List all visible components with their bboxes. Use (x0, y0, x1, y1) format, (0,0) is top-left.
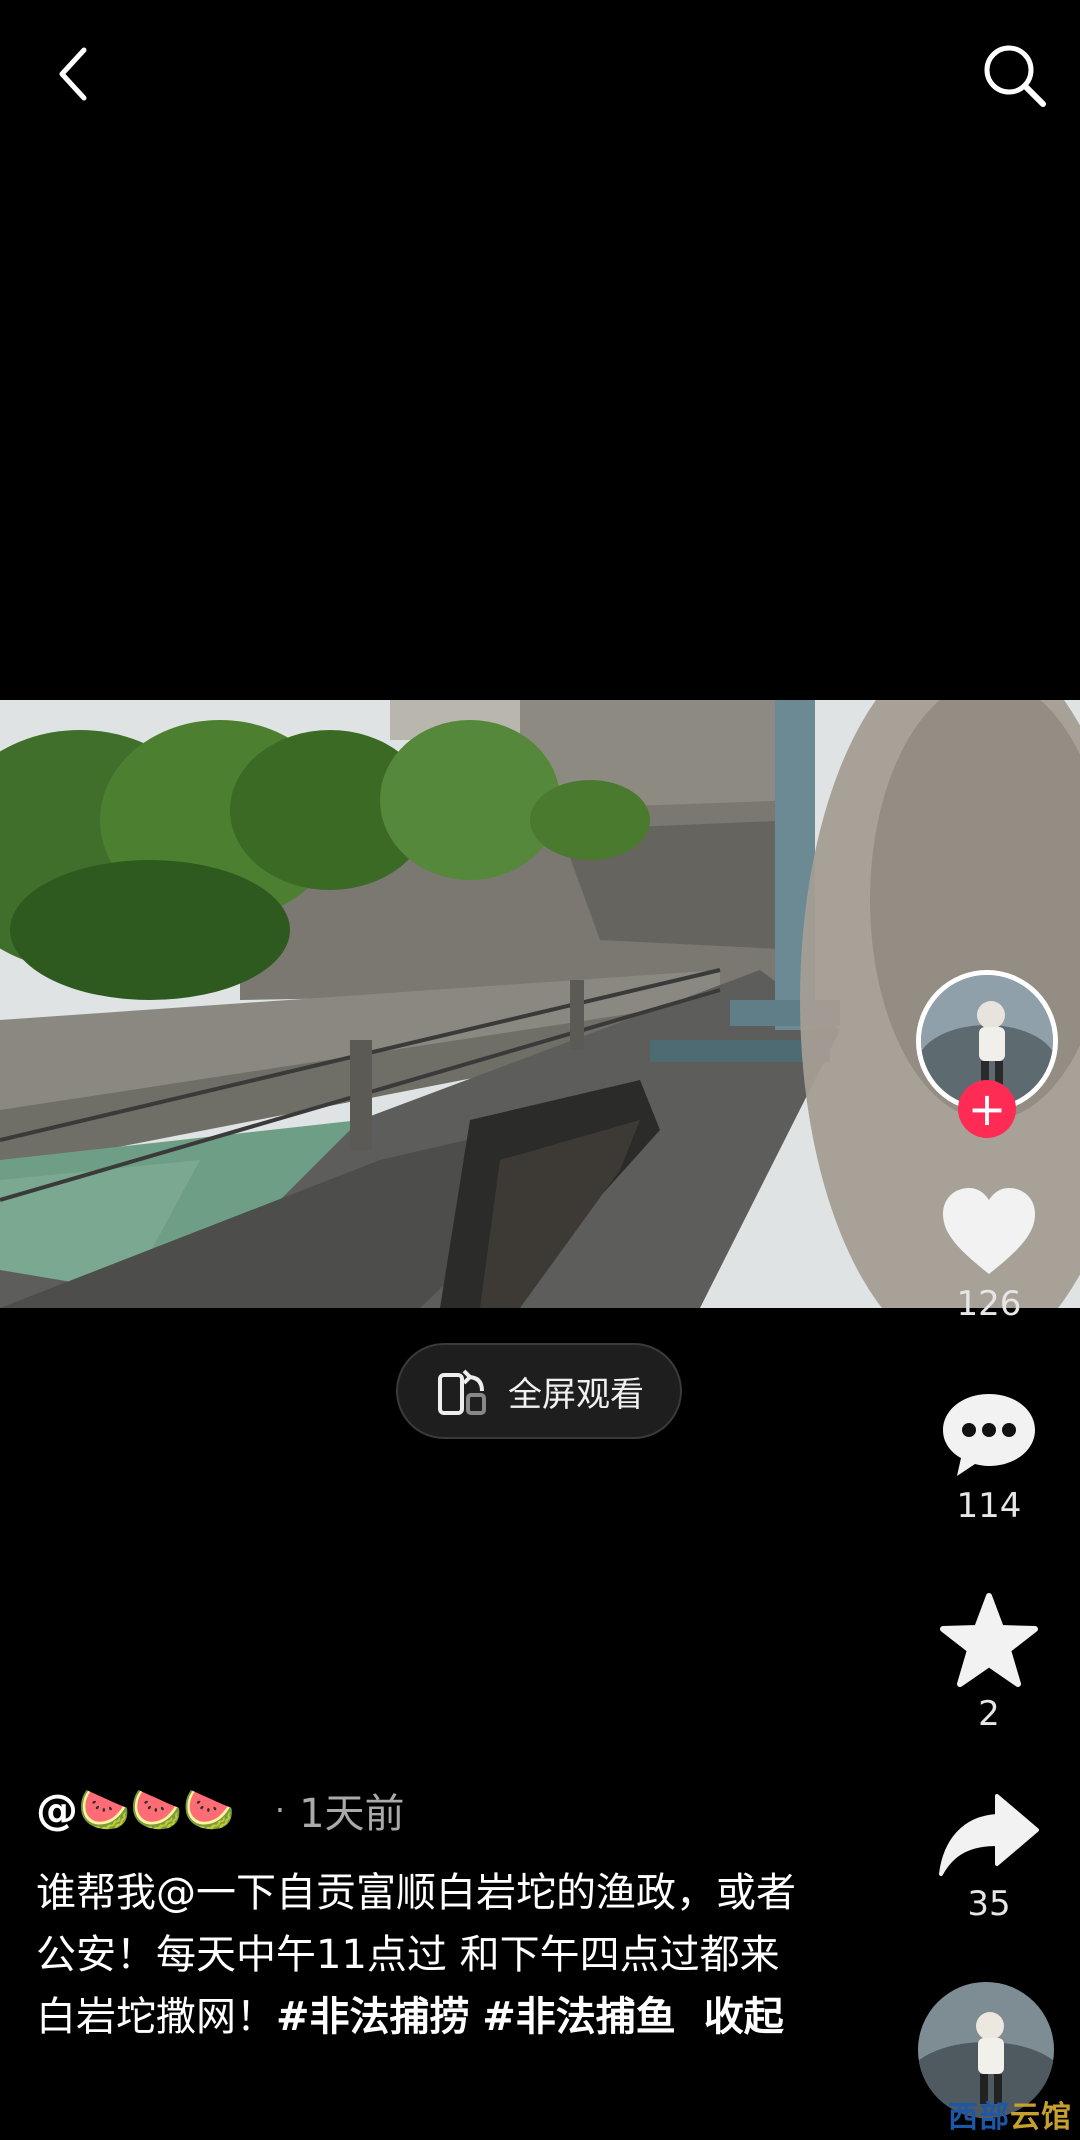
search-icon (984, 45, 1046, 107)
watermark-text: 西部 (948, 2100, 1010, 2135)
share-arrow-icon (939, 1794, 1039, 1876)
meta-separator: · (274, 1791, 286, 1829)
collapse-button[interactable]: 收起 (704, 1994, 784, 2040)
favorite-button[interactable]: 2 (929, 1592, 1049, 1734)
follow-button[interactable]: + (958, 1080, 1016, 1138)
post-time: 1天前 (299, 1791, 405, 1837)
star-icon (940, 1593, 1038, 1687)
post-meta: @🍉🍉🍉 · 1天前 (36, 1780, 405, 1840)
video-scene-image (0, 700, 1080, 1308)
like-button[interactable]: 126 (929, 1186, 1049, 1324)
post-caption: 谁帮我@一下自贡富顺白岩坨的渔政，或者公安！每天中午11点过 和下午四点过都来白… (36, 1862, 816, 2048)
fullscreen-label: 全屏观看 (508, 1374, 644, 1415)
comment-count: 114 (956, 1486, 1022, 1526)
rotate-phone-icon (438, 1369, 486, 1415)
watermark-text: 云馆 (1010, 2100, 1072, 2135)
author-username[interactable]: @🍉🍉🍉 (36, 1785, 235, 1835)
speech-bubble-icon (943, 1394, 1035, 1476)
video-frame[interactable] (0, 700, 1080, 1308)
favorite-count: 2 (978, 1694, 1000, 1734)
search-button[interactable] (975, 36, 1055, 116)
watermark: 西部云馆 (948, 2092, 1072, 2136)
share-count: 35 (967, 1884, 1011, 1924)
plus-icon: + (967, 1082, 1007, 1136)
comment-button[interactable]: 114 (929, 1390, 1049, 1526)
chevron-left-icon (59, 47, 87, 101)
hashtag-link[interactable]: #非法捕捞 (276, 1994, 470, 2040)
fullscreen-button[interactable]: 全屏观看 (396, 1343, 682, 1439)
hashtag-link[interactable]: #非法捕鱼 (482, 1994, 676, 2040)
back-button[interactable] (40, 36, 110, 106)
heart-icon (943, 1188, 1035, 1274)
like-count: 126 (956, 1284, 1022, 1324)
share-button[interactable]: 35 (929, 1792, 1049, 1924)
